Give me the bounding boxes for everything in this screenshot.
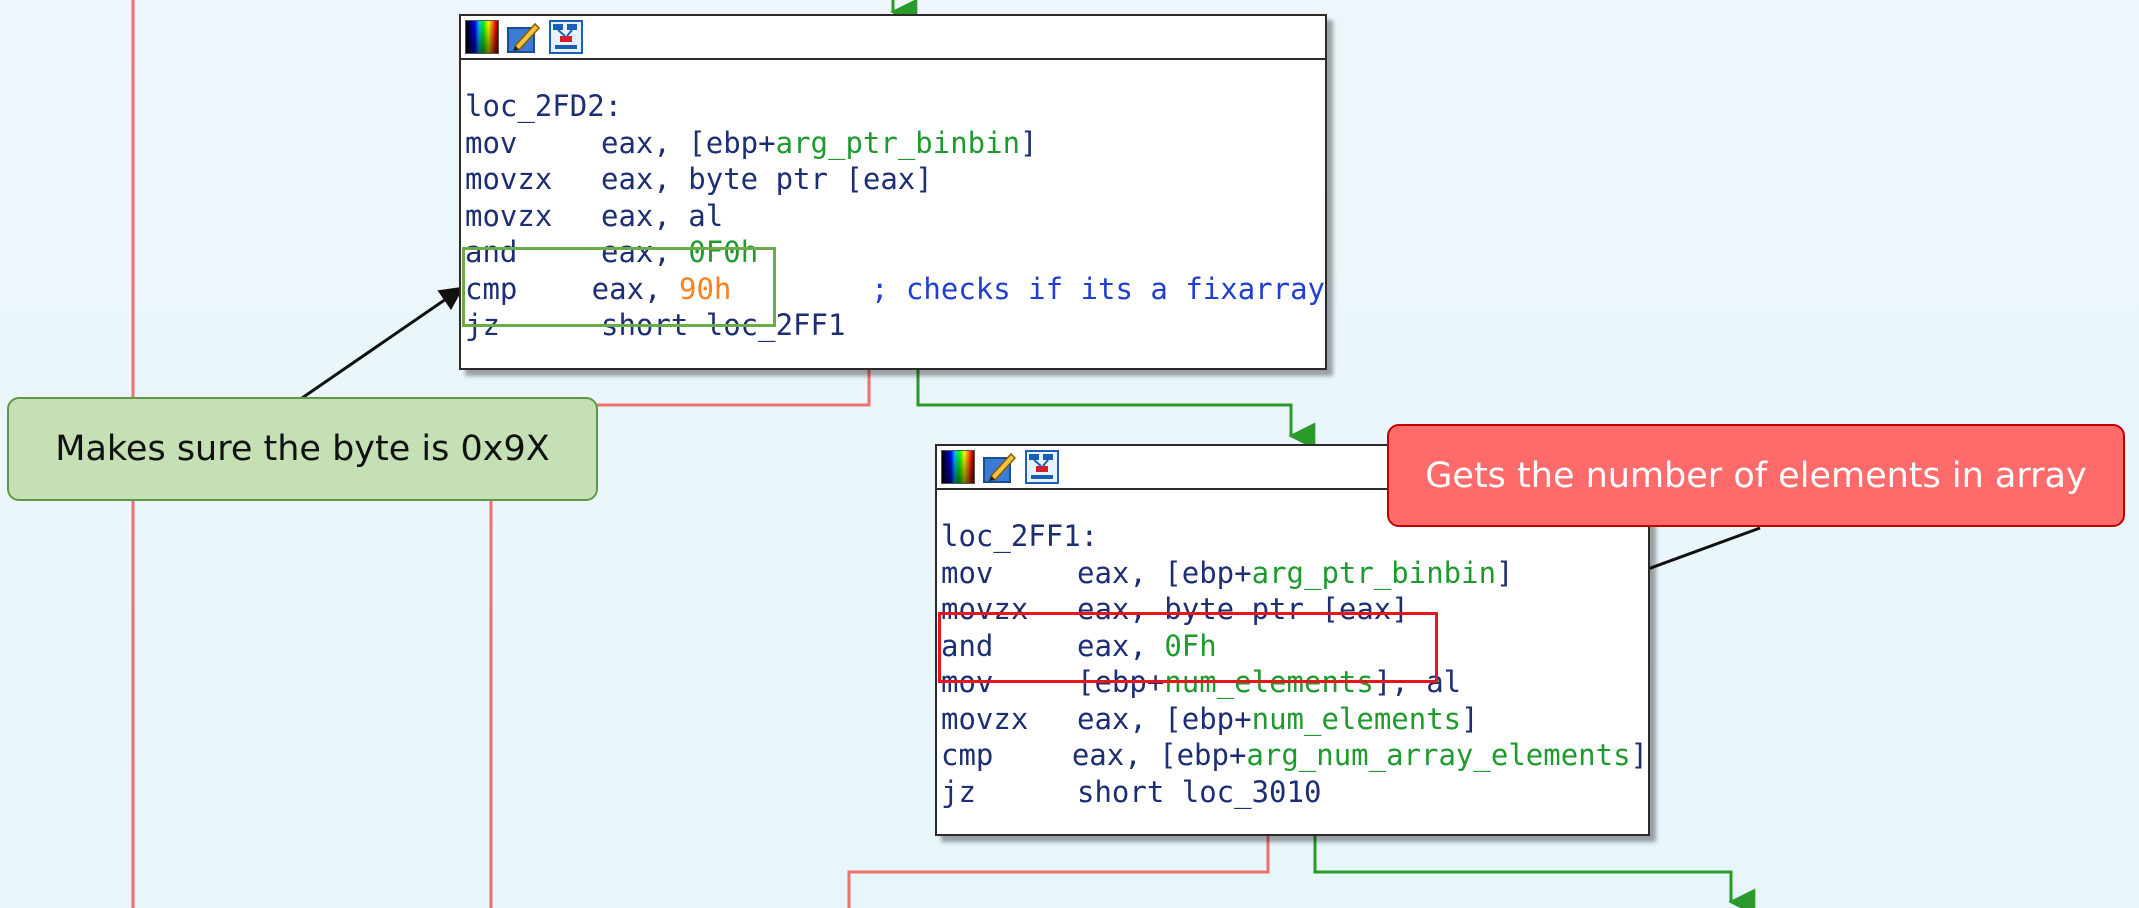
green-annotation-text: Makes sure the byte is 0x9X — [55, 429, 550, 469]
comment: ; checks if its a fixarray — [731, 271, 1325, 306]
operand: eax, [ebp+ — [1077, 701, 1252, 736]
label-text[interactable]: loc_2FD2: — [465, 88, 622, 125]
operand: eax, [ebp+ — [1077, 555, 1252, 590]
mnemonic: movzx — [465, 162, 553, 196]
mnemonic: movzx — [941, 701, 1029, 736]
operand: short loc_3010 — [1077, 774, 1322, 809]
graph-overview-icon[interactable] — [1025, 450, 1059, 484]
red-highlight-box — [938, 612, 1438, 683]
green-highlight-box — [462, 247, 776, 327]
mnemonic: mov — [465, 125, 518, 160]
instruction-line: movzx eax, [ebp+ num_elements] — [941, 701, 1648, 738]
operand: eax, al — [601, 198, 724, 233]
node2-false-edge — [847, 836, 1270, 908]
instruction-line: movzx eax, al — [465, 198, 1325, 235]
red-annotation-text: Gets the number of elements in array — [1425, 455, 2087, 496]
operand[interactable]: arg_ptr_binbin — [776, 125, 1020, 162]
mnemonic: movzx — [465, 198, 553, 233]
operand[interactable]: arg_ptr_binbin — [1252, 555, 1496, 592]
operand: eax, [ebp+ — [601, 125, 776, 160]
color-palette-icon[interactable] — [941, 450, 975, 484]
node2-true-edge — [1313, 836, 1756, 908]
node1-false-edge — [596, 370, 871, 407]
block-toolbar — [461, 16, 1325, 60]
green-annotation-callout: Makes sure the byte is 0x9X — [7, 397, 598, 501]
operand[interactable]: num_elements — [1252, 701, 1462, 738]
node1-true-edge — [916, 370, 1316, 450]
operand[interactable]: arg_num_array_elements — [1246, 737, 1630, 774]
label-text[interactable]: loc_2FF1: — [941, 518, 1098, 555]
instruction-line: movzx eax, byte ptr [eax] — [465, 161, 1325, 198]
operand: ] — [1496, 555, 1514, 590]
code-label: loc_2FD2: — [465, 88, 1325, 125]
mnemonic: jz — [941, 774, 976, 809]
green-callout-pointer — [301, 286, 464, 400]
mnemonic: mov — [941, 555, 994, 590]
instruction-line: cmp eax, [ebp+ arg_num_array_elements] — [941, 737, 1648, 774]
instruction-line: mov eax, [ebp+ arg_ptr_binbin] — [941, 555, 1648, 592]
red-annotation-callout: Gets the number of elements in array — [1387, 424, 2125, 527]
color-palette-icon[interactable] — [465, 20, 499, 54]
operand: eax, [ebp+ — [1071, 738, 1247, 772]
mnemonic: cmp — [941, 738, 994, 772]
operand: eax, byte ptr [eax] — [601, 162, 933, 196]
operand: ] — [1461, 701, 1479, 736]
edit-icon[interactable] — [983, 450, 1017, 484]
instruction-line: mov eax, [ebp+ arg_ptr_binbin] — [465, 125, 1325, 162]
instruction-line: jz short loc_3010 — [941, 774, 1648, 811]
edit-icon[interactable] — [507, 20, 541, 54]
graph-overview-icon[interactable] — [549, 20, 583, 54]
operand: ] — [1020, 125, 1038, 160]
operand: ] — [1630, 738, 1648, 772]
